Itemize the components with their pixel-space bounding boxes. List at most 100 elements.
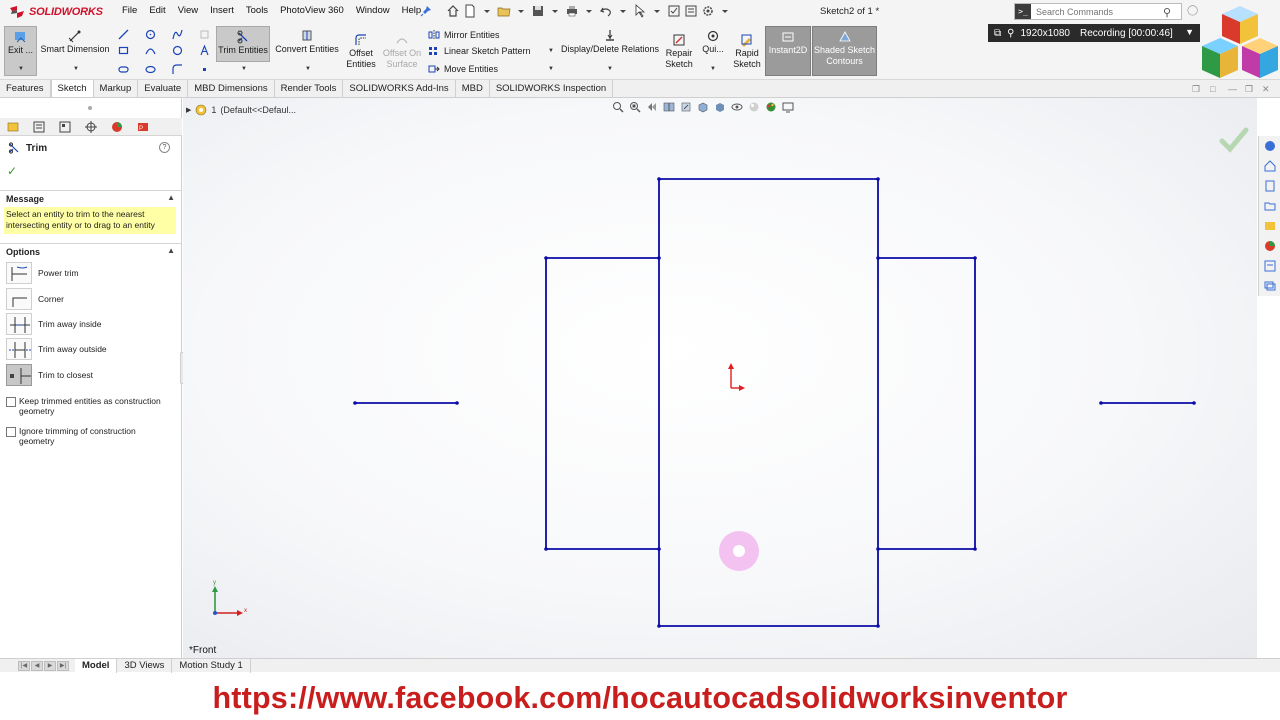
pattern-dropdown-icon[interactable]: ▼ bbox=[548, 48, 554, 54]
left-rectangle-outline[interactable] bbox=[545, 257, 660, 550]
repair-sketch-button[interactable]: Repair Sketch bbox=[663, 30, 695, 74]
home-task-icon[interactable] bbox=[1264, 160, 1276, 172]
instant2d-button[interactable]: Instant2D bbox=[765, 26, 811, 76]
collapse-chevron-icon[interactable]: ▲ bbox=[167, 246, 175, 255]
command-prompt-icon[interactable]: >_ bbox=[1015, 4, 1031, 19]
dropdown-caret-icon[interactable] bbox=[718, 4, 732, 18]
restore-view-icon[interactable]: ❐ bbox=[1192, 84, 1200, 95]
dropdown-caret-icon[interactable] bbox=[480, 4, 494, 18]
spline-tool-icon[interactable] bbox=[172, 29, 183, 40]
sketch-geometry[interactable]: y x bbox=[183, 98, 1257, 658]
menu-photoview[interactable]: PhotoView 360 bbox=[274, 5, 350, 16]
app-logo[interactable]: SOLIDWORKS bbox=[8, 4, 103, 20]
menu-view[interactable]: View bbox=[172, 5, 204, 16]
mirror-entities-button[interactable]: Mirror Entities bbox=[428, 29, 500, 41]
dropdown-caret-icon[interactable] bbox=[616, 4, 630, 18]
ignore-construction-trim-checkbox[interactable]: Ignore trimming of construction geometry bbox=[6, 426, 166, 446]
trim-dropdown-icon[interactable]: ▼ bbox=[241, 66, 247, 72]
undo-icon[interactable] bbox=[599, 4, 613, 18]
dropdown-caret-icon[interactable] bbox=[514, 4, 528, 18]
tab-features[interactable]: Features bbox=[0, 80, 51, 97]
dropdown-caret-icon[interactable] bbox=[582, 4, 596, 18]
dimxpert-tab[interactable] bbox=[78, 118, 104, 136]
dimension-dropdown-icon[interactable]: ▼ bbox=[73, 66, 79, 72]
convert-dropdown-icon[interactable]: ▼ bbox=[305, 66, 311, 72]
exit-dropdown-icon[interactable]: ▼ bbox=[18, 66, 24, 72]
checkbox-box[interactable] bbox=[6, 397, 16, 407]
smart-dimension-button[interactable]: Smart Dimension bbox=[39, 26, 111, 54]
right-rectangle-outline[interactable] bbox=[877, 257, 976, 550]
line-tool-icon[interactable] bbox=[118, 29, 129, 40]
rectangle-tool-icon[interactable] bbox=[118, 45, 129, 56]
minimize-view-icon[interactable]: — bbox=[1228, 84, 1237, 94]
shaded-sketch-contours-button[interactable]: Shaded Sketch Contours bbox=[812, 26, 877, 76]
offset-on-surface-button[interactable]: Offset On Surface bbox=[381, 30, 423, 74]
property-manager-tab[interactable] bbox=[26, 118, 52, 136]
help-icon[interactable]: ? bbox=[159, 142, 170, 153]
file-properties-icon[interactable] bbox=[684, 4, 698, 18]
tab-motion-study[interactable]: Motion Study 1 bbox=[172, 658, 251, 673]
linear-sketch-pattern-button[interactable]: Linear Sketch Pattern bbox=[428, 45, 531, 57]
home-icon[interactable] bbox=[446, 4, 460, 18]
first-tab-arrow-icon[interactable]: |◀ bbox=[18, 660, 30, 671]
relations-dropdown-icon[interactable]: ▼ bbox=[607, 66, 613, 72]
trim-to-closest-icon[interactable] bbox=[6, 364, 32, 386]
center-rectangle-outline[interactable] bbox=[658, 178, 879, 627]
tab-solidworks-inspection[interactable]: SOLIDWORKS Inspection bbox=[490, 80, 614, 97]
panel-grip-handle[interactable] bbox=[88, 106, 92, 110]
ellipse-tool-icon[interactable] bbox=[145, 64, 156, 75]
message-group-header[interactable]: Message ▲ bbox=[0, 190, 182, 204]
arc-tool-icon[interactable] bbox=[145, 45, 156, 56]
screen-capture-icon[interactable]: ⧉ bbox=[994, 28, 1001, 39]
polygon-tool-icon[interactable] bbox=[172, 45, 183, 56]
pin-menu-icon[interactable] bbox=[420, 5, 432, 17]
display-manager-tab[interactable] bbox=[104, 118, 130, 136]
tab-solidworks-addins[interactable]: SOLIDWORKS Add-Ins bbox=[343, 80, 456, 97]
circle-tool-icon[interactable] bbox=[145, 29, 156, 40]
tab-mbd-dimensions[interactable]: MBD Dimensions bbox=[188, 80, 275, 97]
sketch-origin-icon[interactable] bbox=[728, 363, 745, 391]
menu-window[interactable]: Window bbox=[350, 5, 396, 16]
quick-snaps-button[interactable]: Qui... bbox=[699, 26, 727, 62]
cam-tab[interactable]: P bbox=[130, 118, 156, 136]
move-entities-button[interactable]: Move Entities bbox=[428, 63, 498, 75]
rapid-sketch-button[interactable]: Rapid Sketch bbox=[730, 30, 764, 74]
slot-tool-icon[interactable] bbox=[118, 64, 129, 75]
collapse-chevron-icon[interactable]: ▲ bbox=[167, 193, 175, 202]
move-dropdown-icon[interactable]: ▼ bbox=[548, 66, 554, 72]
menu-file[interactable]: File bbox=[116, 5, 143, 16]
option-trim-away-inside[interactable]: Trim away inside bbox=[6, 313, 101, 335]
menu-tools[interactable]: Tools bbox=[240, 5, 274, 16]
trim-entities-button[interactable]: Trim Entities bbox=[216, 26, 270, 62]
options-group-header[interactable]: Options ▲ bbox=[0, 243, 182, 257]
convert-entities-button[interactable]: Convert Entities bbox=[272, 26, 342, 62]
design-library-icon[interactable] bbox=[1264, 180, 1276, 192]
trim-inside-icon[interactable] bbox=[6, 313, 32, 335]
keep-trimmed-construction-checkbox[interactable]: Keep trimmed entities as construction ge… bbox=[6, 396, 166, 416]
user-account-icon[interactable]: ◯ bbox=[1187, 5, 1198, 16]
view-palette-icon[interactable] bbox=[1264, 220, 1276, 232]
point-tool-icon[interactable] bbox=[199, 64, 210, 75]
last-tab-arrow-icon[interactable]: ▶| bbox=[57, 660, 69, 671]
maximize-view-icon[interactable]: ❐ bbox=[1245, 84, 1253, 95]
option-trim-away-outside[interactable]: Trim away outside bbox=[6, 338, 107, 360]
next-tab-arrow-icon[interactable]: ▶ bbox=[44, 660, 56, 671]
option-corner[interactable]: Corner bbox=[6, 288, 64, 310]
tab-sketch[interactable]: Sketch bbox=[50, 80, 94, 97]
options-gear-icon[interactable] bbox=[701, 4, 715, 18]
appearances-icon[interactable] bbox=[1264, 240, 1276, 252]
file-explorer-icon[interactable] bbox=[1264, 200, 1276, 212]
menu-insert[interactable]: Insert bbox=[204, 5, 240, 16]
tab-3d-views[interactable]: 3D Views bbox=[117, 658, 173, 673]
dropdown-caret-icon[interactable] bbox=[548, 4, 562, 18]
new-document-icon[interactable] bbox=[463, 4, 477, 18]
power-trim-icon[interactable] bbox=[6, 262, 32, 284]
search-input[interactable] bbox=[1031, 6, 1151, 17]
zoom-search-icon[interactable]: ⚲ bbox=[1007, 28, 1014, 39]
menu-edit[interactable]: Edit bbox=[143, 5, 171, 16]
tab-evaluate[interactable]: Evaluate bbox=[138, 80, 189, 97]
ok-checkmark-icon[interactable]: ✓ bbox=[7, 164, 17, 178]
fillet-tool-icon[interactable] bbox=[172, 64, 183, 75]
tab-model[interactable]: Model bbox=[75, 658, 118, 673]
search-icon[interactable]: ⚲ bbox=[1163, 6, 1171, 19]
